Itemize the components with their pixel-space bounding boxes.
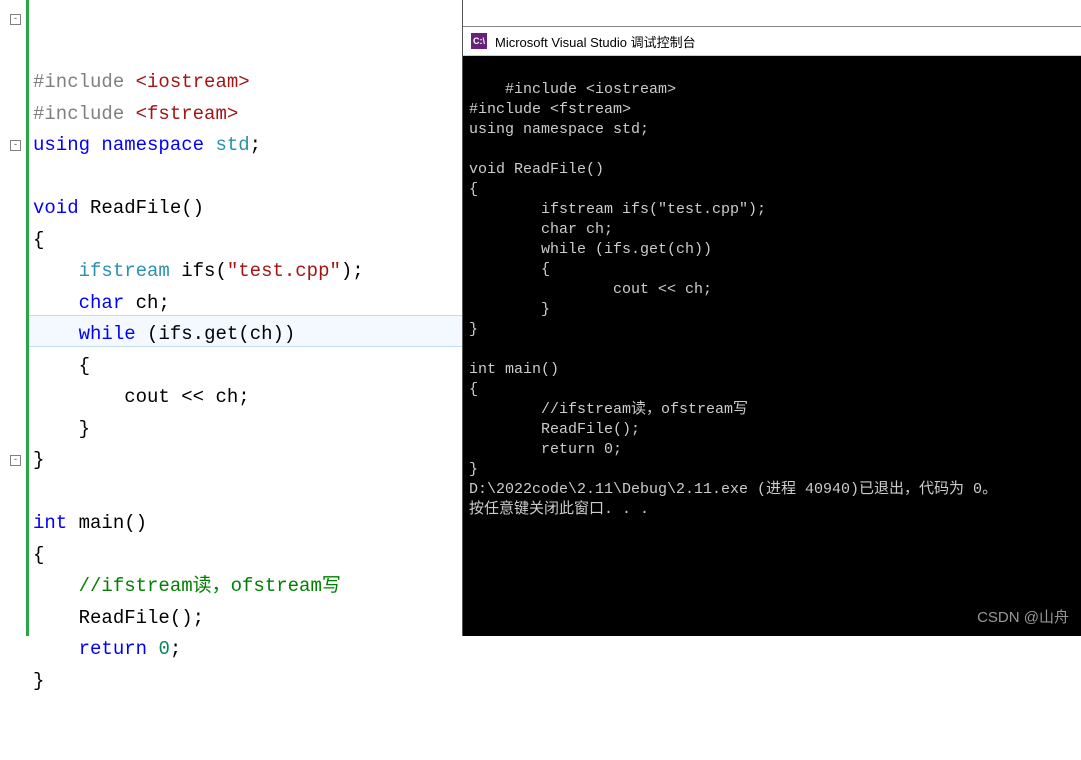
code-token: ifstream (79, 260, 182, 282)
code-line[interactable]: } (33, 666, 462, 698)
code-token: <iostream> (136, 71, 250, 93)
code-line[interactable]: cout << ch; (33, 382, 462, 414)
vs-icon: C:\ (471, 33, 487, 49)
code-line[interactable]: //ifstream读，ofstream写 (33, 571, 462, 603)
code-token (33, 260, 79, 282)
code-editor-pane: --- #include <iostream>#include <fstream… (0, 0, 462, 636)
code-token: { (33, 229, 44, 251)
fold-toggle-icon[interactable]: - (10, 140, 21, 151)
code-line[interactable]: ifstream ifs("test.cpp"); (33, 256, 462, 288)
console-title: Microsoft Visual Studio 调试控制台 (495, 32, 696, 51)
console-text: #include <iostream> #include <fstream> u… (469, 81, 997, 518)
code-token: cout (124, 386, 170, 408)
code-token: ); (341, 260, 364, 282)
code-token: ch (215, 386, 238, 408)
code-token: ch (250, 323, 273, 345)
code-area[interactable]: #include <iostream>#include <fstream>usi… (26, 0, 462, 636)
code-line[interactable] (33, 477, 462, 509)
console-pane: C:\ Microsoft Visual Studio 调试控制台 #inclu… (462, 0, 1081, 636)
code-token: //ifstream读，ofstream写 (79, 575, 341, 597)
code-token: "test.cpp" (227, 260, 341, 282)
code-token: namespace (101, 134, 215, 156)
code-line[interactable]: while (ifs.get(ch)) (33, 319, 462, 351)
code-line[interactable]: ReadFile(); (33, 603, 462, 635)
code-line[interactable]: { (33, 225, 462, 257)
console-output[interactable]: #include <iostream> #include <fstream> u… (463, 56, 1081, 636)
code-line[interactable]: using namespace std; (33, 130, 462, 162)
code-token: char (79, 292, 136, 314)
code-token: . (193, 323, 204, 345)
code-line[interactable]: { (33, 351, 462, 383)
code-line[interactable]: #include <iostream> (33, 67, 462, 99)
code-token: ReadFile (90, 197, 181, 219)
code-token: main (79, 512, 125, 534)
code-line[interactable]: } (33, 445, 462, 477)
editor-gutter: - - - (0, 0, 26, 636)
code-token: ch (136, 292, 159, 314)
code-token: () (124, 512, 147, 534)
code-token: int (33, 512, 79, 534)
code-token: ifs (158, 323, 192, 345)
code-line[interactable]: #include <fstream> (33, 99, 462, 131)
code-line[interactable]: { (33, 540, 462, 572)
code-token (33, 575, 79, 597)
code-token: { (33, 544, 44, 566)
code-token: ; (170, 638, 181, 660)
code-token: ReadFile (79, 607, 170, 629)
code-token: << (170, 386, 216, 408)
code-token: ; (158, 292, 169, 314)
code-token (33, 386, 124, 408)
code-token: get (204, 323, 238, 345)
code-token: ; (250, 134, 261, 156)
code-token: } (33, 449, 44, 471)
code-token: <fstream> (136, 103, 239, 125)
code-token (33, 323, 79, 345)
code-token: std (215, 134, 249, 156)
code-line[interactable]: return 0; (33, 634, 462, 666)
fold-toggle-icon[interactable]: - (10, 14, 21, 25)
code-token: return (79, 638, 159, 660)
code-token: 0 (158, 638, 169, 660)
code-token: using (33, 134, 101, 156)
code-line[interactable]: } (33, 414, 462, 446)
code-line[interactable] (33, 162, 462, 194)
code-line[interactable]: char ch; (33, 288, 462, 320)
code-token (33, 638, 79, 660)
code-token: } (33, 670, 44, 692)
code-token: while (79, 323, 147, 345)
code-token: { (33, 355, 90, 377)
console-titlebar[interactable]: C:\ Microsoft Visual Studio 调试控制台 (463, 26, 1081, 56)
code-token: #include (33, 71, 136, 93)
code-token: #include (33, 103, 136, 125)
code-line[interactable]: void ReadFile() (33, 193, 462, 225)
code-token: ifs (181, 260, 215, 282)
code-token: () (181, 197, 204, 219)
code-token: } (33, 418, 90, 440)
code-token (33, 292, 79, 314)
code-line[interactable]: int main() (33, 508, 462, 540)
code-token: ; (238, 386, 249, 408)
code-token (33, 607, 79, 629)
console-top-gap (463, 0, 1081, 26)
code-token: ( (147, 323, 158, 345)
code-token: (); (170, 607, 204, 629)
fold-toggle-icon[interactable]: - (10, 455, 21, 466)
code-token: ( (238, 323, 249, 345)
code-token: ( (215, 260, 226, 282)
code-token: void (33, 197, 90, 219)
code-token: )) (273, 323, 296, 345)
watermark: CSDN @山舟 (977, 608, 1069, 628)
